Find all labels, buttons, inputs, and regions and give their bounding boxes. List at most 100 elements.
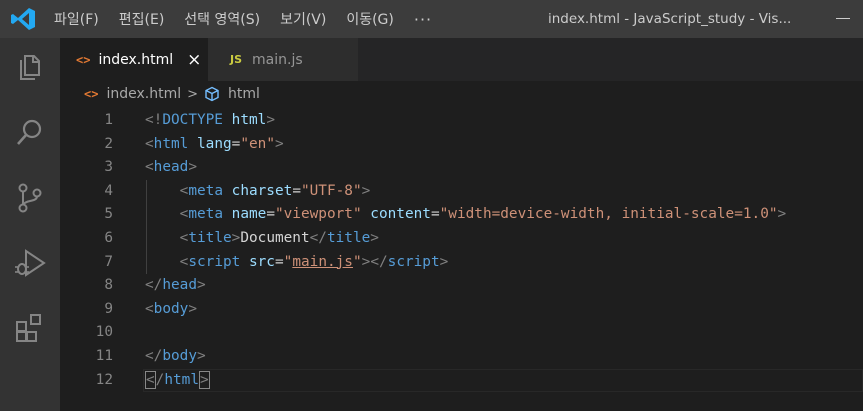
code-line[interactable]: 4 <meta charset="UTF-8"> <box>60 179 863 204</box>
code-token: script <box>188 253 241 270</box>
code-line[interactable]: 11 </body> <box>60 345 863 369</box>
code-token: "width=device-width, initial-scale=1.0" <box>439 206 778 223</box>
menu-edit[interactable]: 편집(E) <box>119 9 165 29</box>
code-token: = <box>274 253 284 270</box>
code-token: > <box>439 253 449 270</box>
menu-file[interactable]: 파일(F) <box>54 9 99 29</box>
search-icon[interactable] <box>12 115 48 151</box>
line-number: 5 <box>104 206 113 223</box>
code-text: </html> <box>145 369 210 393</box>
code-line[interactable]: 8 </head> <box>60 274 863 298</box>
code-line[interactable]: 2 <html lang="en"> <box>60 133 863 157</box>
code-token: title <box>188 230 232 246</box>
code-token: > <box>196 277 206 294</box>
code-token: > <box>188 159 197 176</box>
explorer-icon[interactable] <box>12 48 48 84</box>
line-number: 9 <box>104 300 113 317</box>
code-token: "en" <box>240 135 275 152</box>
code-line[interactable]: 9 <body> <box>60 298 863 322</box>
code-token: ></ <box>361 253 388 270</box>
code-text: <meta name="viewport" content="width=dev… <box>145 203 787 227</box>
window-title: index.html - JavaScript_study - Vis... <box>548 11 792 27</box>
code-token: " <box>352 253 362 270</box>
code-token: "UTF-8" <box>300 182 362 199</box>
code-token: > <box>199 370 210 389</box>
menu-more-icon[interactable]: ··· <box>414 10 432 29</box>
current-line-highlight <box>143 368 863 393</box>
code-line[interactable]: 10 <box>60 321 863 345</box>
code-token: meta <box>188 206 223 223</box>
code-token: DOCTYPE <box>162 112 223 128</box>
menu-go[interactable]: 이동(G) <box>346 9 394 29</box>
code-token: meta <box>188 182 223 199</box>
line-number: 2 <box>104 135 113 152</box>
html-file-icon: <> <box>84 87 99 101</box>
code-token: charset <box>231 182 293 199</box>
code-token: head <box>162 277 197 294</box>
code-token: </ <box>145 348 163 364</box>
breadcrumb-symbol[interactable]: html <box>228 86 260 102</box>
code-token: lang <box>197 135 232 152</box>
menu-selection[interactable]: 선택 영역(S) <box>184 9 260 29</box>
code-token: </ <box>309 230 327 246</box>
code-text: </body> <box>145 345 206 369</box>
code-text: <!DOCTYPE html> <box>145 109 275 133</box>
code-token: < <box>145 300 154 317</box>
line-number: 6 <box>104 230 113 246</box>
code-line[interactable]: 7 <script src="main.js"></script> <box>60 250 863 275</box>
tab-bar: <> index.html × JS main.js <box>60 38 863 81</box>
extensions-icon[interactable] <box>12 310 48 346</box>
chevron-right-icon: > <box>187 86 199 102</box>
code-token: = <box>266 206 275 223</box>
code-editor[interactable]: 1 <!DOCTYPE html> 2 <html lang="en"> 3 <head>… <box>60 107 863 411</box>
code-token: body <box>162 348 197 364</box>
activity-bar <box>0 38 60 411</box>
code-token: > <box>361 182 371 199</box>
line-number: 8 <box>104 277 113 294</box>
code-line[interactable]: 1 <!DOCTYPE html> <box>60 109 863 133</box>
code-token: < <box>145 370 156 389</box>
close-icon[interactable]: × <box>187 50 201 70</box>
code-line[interactable]: 6 <title>Document</title> <box>60 227 863 251</box>
code-token: html <box>164 371 199 388</box>
tab-main-js[interactable]: JS main.js <box>208 38 358 81</box>
line-number: 10 <box>95 324 113 341</box>
code-token: body <box>153 300 189 317</box>
tab-index-html[interactable]: <> index.html × <box>60 38 208 81</box>
code-token: < <box>145 159 154 176</box>
line-number: 3 <box>104 159 113 176</box>
code-token: = <box>292 182 301 199</box>
code-token: > <box>274 135 284 152</box>
code-line[interactable]: 5 <meta name="viewport" content="width=d… <box>60 203 863 227</box>
code-token: title <box>326 230 371 246</box>
code-token: > <box>196 348 206 364</box>
breadcrumb-file[interactable]: index.html <box>106 86 181 102</box>
code-token: name <box>231 206 267 223</box>
code-text: <script src="main.js"></script> <box>145 251 449 275</box>
source-control-icon[interactable] <box>12 180 48 216</box>
run-debug-icon[interactable] <box>12 245 48 281</box>
line-number: 12 <box>95 371 113 388</box>
code-line[interactable]: 12 </html> <box>60 368 863 393</box>
code-text: <title>Document</title> <box>145 227 379 251</box>
code-token: > <box>370 230 379 246</box>
vscode-logo-icon[interactable] <box>10 7 36 31</box>
symbol-cube-icon <box>205 86 219 102</box>
minimize-icon[interactable] <box>836 18 850 19</box>
code-token: <! <box>145 112 163 128</box>
menu-view[interactable]: 보기(V) <box>280 9 326 29</box>
code-line[interactable]: 3 <head> <box>60 156 863 180</box>
line-number: 4 <box>104 182 113 199</box>
code-token: < <box>145 135 154 152</box>
code-token: </ <box>145 277 163 294</box>
html-file-icon: <> <box>76 52 91 67</box>
line-number: 1 <box>104 112 113 128</box>
code-token: > <box>188 300 197 317</box>
code-text: </head> <box>145 274 206 298</box>
title-bar: 파일(F) 편집(E) 선택 영역(S) 보기(V) 이동(G) ··· ind… <box>0 0 863 38</box>
menu-bar: 파일(F) 편집(E) 선택 영역(S) 보기(V) 이동(G) ··· <box>54 0 432 38</box>
code-text: <head> <box>145 156 197 180</box>
